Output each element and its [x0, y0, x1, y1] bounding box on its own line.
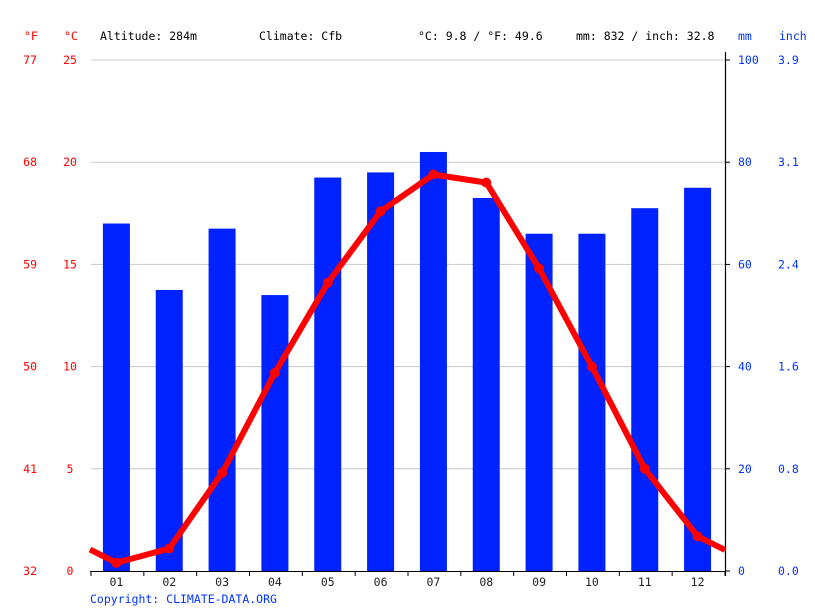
celsius-tick-label: 25 — [63, 53, 77, 67]
month-tick-label: 05 — [321, 575, 335, 589]
mm-tick-label: 60 — [738, 257, 752, 271]
month-tick-label: 04 — [268, 575, 282, 589]
gridlines — [91, 59, 725, 470]
altitude-label: Altitude: 284m — [100, 29, 197, 43]
inch-tick-label: 1.6 — [778, 360, 799, 374]
precipitation-bar — [208, 228, 236, 571]
temperature-point — [375, 206, 386, 217]
mm-tick-label: 40 — [738, 360, 752, 374]
temperature-point — [269, 367, 280, 378]
temperature-line-group — [88, 169, 727, 568]
temperature-point — [111, 557, 122, 568]
month-tick-label: 10 — [585, 575, 599, 589]
fahrenheit-tick-label: 77 — [23, 53, 37, 67]
month-tick-label: 07 — [426, 575, 440, 589]
fahrenheit-tick-label: 41 — [23, 462, 37, 476]
precipitation-bar — [155, 289, 183, 571]
inch-tick-label: 3.9 — [778, 53, 799, 67]
month-tick-label: 11 — [638, 575, 652, 589]
inch-tick-label: 2.4 — [778, 257, 799, 271]
temperature-point — [428, 169, 439, 180]
celsius-tick-label: 5 — [67, 462, 74, 476]
temperature-point — [322, 277, 333, 288]
month-tick-label: 06 — [374, 575, 388, 589]
month-tick-label: 02 — [162, 575, 176, 589]
inch-tick-label: 0.8 — [778, 462, 799, 476]
temperature-point — [639, 463, 650, 474]
fahrenheit-tick-label: 32 — [23, 564, 37, 578]
tick-labels: 32 0 0 0.0 41 5 20 0.8 50 10 40 1.6 59 15 60 2.4 68 20 80 3… — [23, 53, 799, 589]
fahrenheit-tick-label: 68 — [23, 155, 37, 169]
month-tick-label: 01 — [109, 575, 123, 589]
celsius-tick-label: 15 — [63, 257, 77, 271]
month-tick-label: 09 — [532, 575, 546, 589]
precipitation-bar — [578, 233, 606, 572]
precipitation-bar — [314, 177, 342, 571]
temperature-line — [88, 171, 727, 566]
celsius-tick-label: 20 — [63, 155, 77, 169]
month-tick-label: 08 — [479, 575, 493, 589]
fahrenheit-tick-label: 59 — [23, 257, 37, 271]
inch-tick-label: 0.0 — [778, 564, 799, 578]
precipitation-bar — [472, 197, 500, 571]
celsius-tick-label: 10 — [63, 360, 77, 374]
temperature-average-label: °C: 9.8 / °F: 49.6 — [418, 29, 543, 43]
mm-tick-label: 100 — [738, 53, 759, 67]
precipitation-bar — [367, 172, 395, 572]
inch-tick-label: 3.1 — [778, 155, 799, 169]
precipitation-bar — [419, 151, 447, 572]
celsius-unit-label: °C — [64, 29, 78, 43]
temperature-point — [481, 177, 492, 188]
celsius-tick-label: 0 — [67, 564, 74, 578]
mm-tick-label: 20 — [738, 462, 752, 476]
fahrenheit-tick-label: 50 — [23, 360, 37, 374]
mm-tick-label: 80 — [738, 155, 752, 169]
fahrenheit-unit-label: °F — [24, 29, 38, 43]
month-tick-label: 03 — [215, 575, 229, 589]
inch-unit-label: inch — [779, 29, 807, 43]
precipitation-bar — [631, 208, 659, 571]
climate-chart: °F °C Altitude: 284m Climate: Cfb °C: 9.… — [23, 29, 807, 606]
climate-label: Climate: Cfb — [259, 29, 342, 43]
precipitation-total-label: mm: 832 / inch: 32.8 — [576, 29, 715, 43]
precipitation-bar — [102, 223, 130, 571]
mm-tick-label: 0 — [738, 564, 745, 578]
temperature-point — [586, 361, 597, 372]
temperature-point — [534, 263, 545, 274]
temperature-point — [217, 467, 228, 478]
precipitation-bar — [684, 187, 712, 571]
temperature-point — [692, 531, 703, 542]
month-tick-label: 12 — [691, 575, 705, 589]
copyright-link[interactable]: Copyright: CLIMATE-DATA.ORG — [90, 592, 277, 606]
precipitation-bar — [261, 295, 289, 571]
temperature-point — [164, 543, 175, 554]
mm-unit-label: mm — [738, 29, 752, 43]
